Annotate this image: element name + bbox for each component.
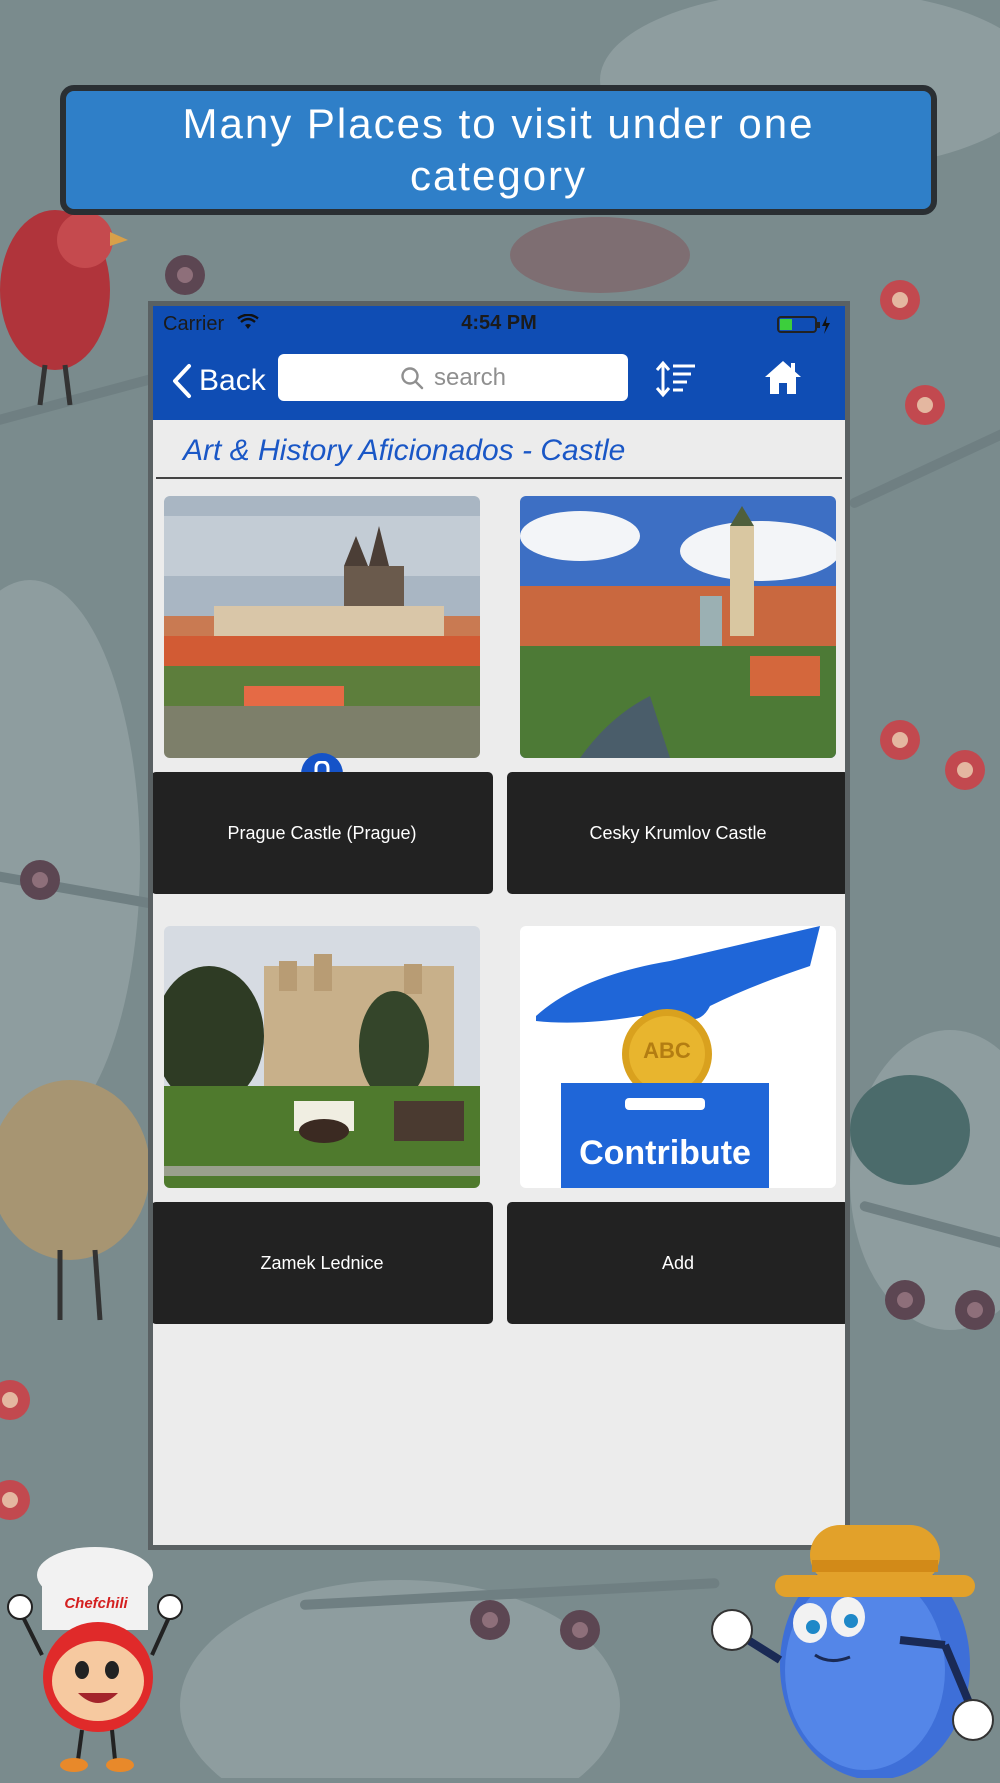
back-button[interactable]: Back <box>171 356 266 406</box>
search-placeholder: search <box>433 363 507 391</box>
search-input[interactable]: search <box>278 354 628 401</box>
card-image-prague-castle[interactable] <box>164 496 480 758</box>
card-label-cesky-krumlov[interactable]: Cesky Krumlov Castle <box>507 772 845 894</box>
battery-icon <box>777 316 830 334</box>
chef-logo-text: Chefchili <box>64 1595 128 1612</box>
card-label-zamek-lednice[interactable]: Zamek Lednice <box>153 1202 493 1324</box>
card-image-zamek-lednice[interactable] <box>164 926 480 1188</box>
back-label: Back <box>199 364 266 397</box>
banner-text: Many Places to visit under one category <box>182 100 815 199</box>
red-bird-illustration <box>0 210 128 406</box>
home-icon[interactable] <box>763 358 803 396</box>
phone-screen: Carrier 4:54 PM Back search Art & Histor… <box>148 301 850 1550</box>
sort-icon[interactable] <box>655 360 697 398</box>
chefchili-mascot: Chefchili <box>0 1545 190 1778</box>
gray-bird-illustration <box>510 217 690 293</box>
category-title: Art & History Aficionados - Castle <box>183 434 626 467</box>
search-icon <box>401 366 424 389</box>
card-image-contribute[interactable]: ABC Contribute <box>520 926 836 1188</box>
status-time: 4:54 PM <box>461 312 537 334</box>
blue-mascot <box>700 1505 1000 1780</box>
promo-banner: Many Places to visit under one category <box>60 85 937 215</box>
prague-castle-photo <box>164 496 480 758</box>
chevron-left-icon <box>173 364 191 398</box>
tan-bird-illustration <box>0 1080 150 1321</box>
contribute-text: Contribute <box>579 1134 751 1172</box>
title-divider <box>156 477 842 479</box>
zamek-lednice-photo <box>164 926 480 1188</box>
coin-text: ABC <box>643 1038 691 1063</box>
teal-bird-illustration <box>850 1075 970 1185</box>
card-label-add[interactable]: Add <box>507 1202 845 1324</box>
status-bar: Carrier 4:54 PM <box>153 306 845 342</box>
card-label-prague-castle[interactable]: Prague Castle (Prague) <box>153 772 493 894</box>
cesky-krumlov-photo <box>520 496 836 758</box>
card-image-cesky-krumlov[interactable] <box>520 496 836 758</box>
navigation-bar: Back search <box>153 342 845 420</box>
